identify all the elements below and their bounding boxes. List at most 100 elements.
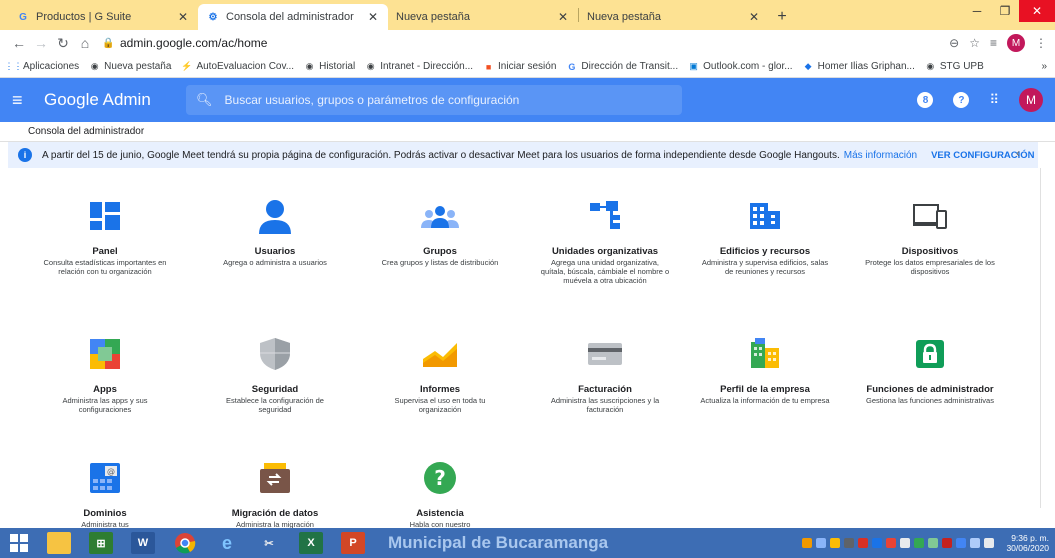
reading-list-icon[interactable]: ≡ <box>990 36 997 50</box>
tray-icon[interactable] <box>858 538 869 548</box>
app-title[interactable]: Google Admin <box>44 90 186 110</box>
card-title: Panel <box>92 246 118 257</box>
tray-icon[interactable] <box>970 538 981 548</box>
tab-productos[interactable]: G Productos | G Suite ✕ <box>8 4 198 30</box>
close-tab-icon[interactable]: ✕ <box>556 10 570 24</box>
browser-tab-strip: G Productos | G Suite ✕ ⚙ Consola del ad… <box>0 0 1055 30</box>
tray-icon[interactable] <box>872 538 883 548</box>
tab-consola[interactable]: ⚙ Consola del administrador ✕ <box>198 4 388 30</box>
url-field[interactable]: 🔒 admin.google.com/ac/home <box>102 32 949 54</box>
store-icon[interactable]: ⊞ <box>80 528 122 558</box>
help-icon[interactable]: ? <box>953 92 970 108</box>
tab-title: Consola del administrador <box>226 11 354 23</box>
card-informes[interactable]: Informes Supervisa el uso en toda tu org… <box>375 334 505 414</box>
bookmark-item[interactable]: ◉ Historial <box>304 61 356 72</box>
bookmarks-bar: ⋮⋮ Aplicaciones ◉ Nueva pestaña ⚡ AutoEvalu… <box>0 56 1055 78</box>
forward-icon[interactable]: → <box>30 35 52 51</box>
admin-gear-icon: ⚙ <box>208 11 218 23</box>
restore-icon[interactable]: ❐ <box>991 0 1019 22</box>
system-clock[interactable]: 9:36 p. m. 30/06/2020 <box>1006 533 1049 553</box>
start-button[interactable] <box>0 528 38 558</box>
zoom-icon[interactable]: ⊖ <box>949 36 959 50</box>
card-dispositivos[interactable]: Dispositivos Protege los datos empresari… <box>865 196 995 276</box>
bookmark-item[interactable]: ▣ Outlook.com - glor... <box>688 61 792 72</box>
tray-icon[interactable] <box>928 538 939 548</box>
profile-avatar[interactable]: M <box>1007 34 1025 52</box>
tray-icon[interactable] <box>844 538 855 548</box>
tray-icon[interactable] <box>956 538 967 548</box>
edge-icon[interactable]: e <box>206 528 248 558</box>
card-description: Establece la configuración de seguridad <box>226 396 324 414</box>
card-description: Actualiza la información de tu empresa <box>700 396 830 405</box>
new-tab-button[interactable]: + <box>769 4 795 30</box>
scrollbar[interactable] <box>1040 168 1048 508</box>
snipping-tool-icon[interactable]: ✂ <box>248 528 290 558</box>
reload-icon[interactable]: ↻ <box>52 35 74 52</box>
signal-icon[interactable] <box>984 538 995 548</box>
card-description: Administra las suscripciones y la factur… <box>550 396 660 414</box>
bookmark-label: Homer Ilias Griphan... <box>817 61 915 72</box>
svg-text:@: @ <box>107 467 115 476</box>
minimize-icon[interactable]: ─ <box>963 0 991 22</box>
home-icon[interactable]: ⌂ <box>74 35 96 51</box>
bookmark-item[interactable]: ◉ Intranet - Dirección... <box>365 61 473 72</box>
card-description: Protege los datos empresariales de los d… <box>865 258 995 276</box>
bookmark-item[interactable]: ◉ Nueva pestaña <box>89 61 172 72</box>
tray-icon[interactable] <box>942 538 953 548</box>
card-title: Asistencia <box>416 508 464 519</box>
card-perfil-empresa[interactable]: Perfil de la empresa Actualiza la inform… <box>700 334 830 405</box>
banner-text: A partir del 15 de junio, Google Meet te… <box>42 149 840 161</box>
tray-icon[interactable] <box>830 538 841 548</box>
browser-menu-icon[interactable]: ⋮ <box>1035 36 1047 50</box>
tray-icon[interactable] <box>886 538 897 548</box>
chevron-left-icon[interactable]: ‹ <box>1016 146 1020 160</box>
tray-icon[interactable] <box>816 538 827 548</box>
file-explorer-icon[interactable] <box>38 528 80 558</box>
card-usuarios[interactable]: Usuarios Agrega o administra a usuarios <box>210 196 340 267</box>
card-asistencia[interactable]: ? Asistencia Habla con nuestro <box>375 458 505 529</box>
card-facturacion[interactable]: Facturación Administra las suscripciones… <box>540 334 670 414</box>
back-icon[interactable]: ← <box>8 35 30 51</box>
bookmark-apps[interactable]: ⋮⋮ Aplicaciones <box>5 61 80 72</box>
account-avatar[interactable]: M <box>1019 88 1043 112</box>
google-apps-icon[interactable]: ⠿ <box>989 92 999 108</box>
close-tab-icon[interactable]: ✕ <box>747 10 761 24</box>
close-tab-icon[interactable]: ✕ <box>176 10 190 24</box>
notifications-badge[interactable]: 8 <box>917 92 934 108</box>
excel-icon[interactable]: X <box>290 528 332 558</box>
bookmark-item[interactable]: ◉ STG UPB <box>925 61 983 72</box>
card-edificios[interactable]: Edificios y recursos Administra y superv… <box>700 196 830 276</box>
bookmark-item[interactable]: ◆ Homer Ilias Griphan... <box>803 61 915 72</box>
powerpoint-icon[interactable]: P <box>332 528 374 558</box>
card-seguridad[interactable]: Seguridad Establece la configuración de … <box>210 334 340 414</box>
card-grupos[interactable]: Grupos Crea grupos y listas de distribuc… <box>375 196 505 267</box>
search-input[interactable]: 🔍︎ Buscar usuarios, grupos o parámetros … <box>186 85 682 115</box>
card-title: Seguridad <box>251 384 299 395</box>
hamburger-menu-icon[interactable]: ≡ <box>12 90 36 111</box>
word-icon[interactable]: W <box>122 528 164 558</box>
card-unidades[interactable]: Unidades organizativas Agrega una unidad… <box>540 196 670 285</box>
card-apps[interactable]: Apps Administra las apps y sus configura… <box>40 334 170 414</box>
tray-icon[interactable] <box>802 538 813 548</box>
card-panel[interactable]: Panel Consulta estadísticas importantes … <box>40 196 170 276</box>
window-close-icon[interactable]: ✕ <box>1019 0 1055 22</box>
more-info-link[interactable]: Más información <box>844 150 917 161</box>
close-tab-icon[interactable]: ✕ <box>366 10 380 24</box>
card-migracion[interactable]: Migración de datos Administra la migraci… <box>210 458 340 529</box>
bookmarks-overflow-icon[interactable]: » <box>1041 61 1047 72</box>
tray-icon[interactable] <box>914 538 925 548</box>
tab-nueva-2[interactable]: Nueva pestaña ✕ <box>579 4 769 30</box>
google-g-icon: G <box>568 61 576 72</box>
tab-nueva-1[interactable]: Nueva pestaña ✕ <box>388 4 578 30</box>
bookmark-item[interactable]: ■ Iniciar sesión <box>483 61 557 72</box>
card-dominios[interactable]: @ Dominios Administra tus <box>40 458 170 529</box>
tray-icon[interactable] <box>900 538 911 548</box>
bookmark-item[interactable]: G Dirección de Transit... <box>566 61 678 72</box>
bookmark-item[interactable]: ⚡ AutoEvaluacion Cov... <box>181 61 294 72</box>
data-migration-icon <box>255 458 295 498</box>
address-bar: ← → ↻ ⌂ 🔒 admin.google.com/ac/home ⊖ ☆ ≡… <box>0 30 1055 56</box>
window-controls: ─ ❐ ✕ <box>963 0 1055 22</box>
chrome-icon[interactable] <box>164 528 206 558</box>
card-funciones-admin[interactable]: Funciones de administrador Gestiona las … <box>865 334 995 405</box>
star-icon[interactable]: ☆ <box>969 36 980 50</box>
